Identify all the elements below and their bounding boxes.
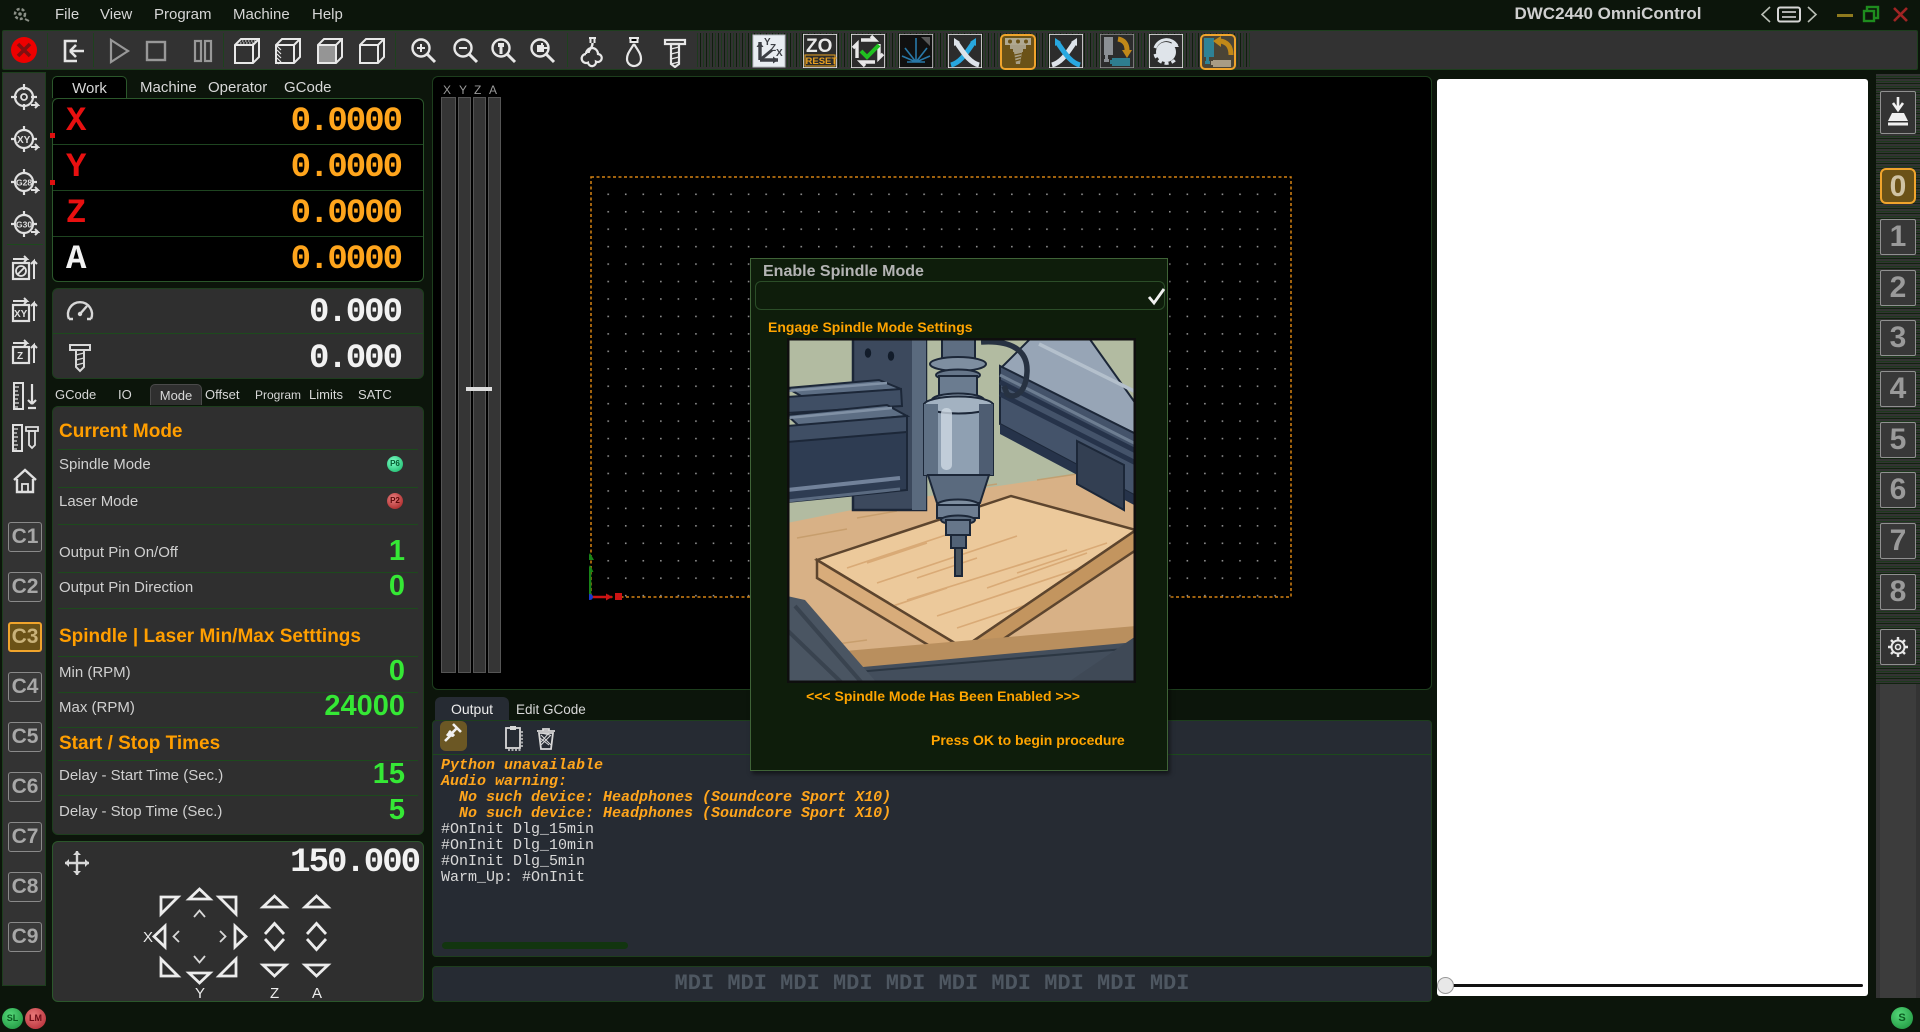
svg-text:A: A	[312, 985, 322, 1002]
svg-text:G30: G30	[16, 220, 32, 230]
svg-text:Y: Y	[195, 985, 205, 1002]
svg-text:XY: XY	[14, 309, 28, 320]
svg-text:ZO: ZO	[806, 36, 832, 57]
svg-text:Z: Z	[270, 985, 279, 1002]
svg-text:XY: XY	[17, 135, 31, 146]
svg-text:X: X	[143, 929, 153, 946]
svg-text:G28: G28	[16, 178, 32, 188]
svg-text:Z: Z	[17, 351, 23, 362]
svg-text:RESET: RESET	[806, 56, 838, 67]
svg-text:X: X	[776, 48, 783, 59]
